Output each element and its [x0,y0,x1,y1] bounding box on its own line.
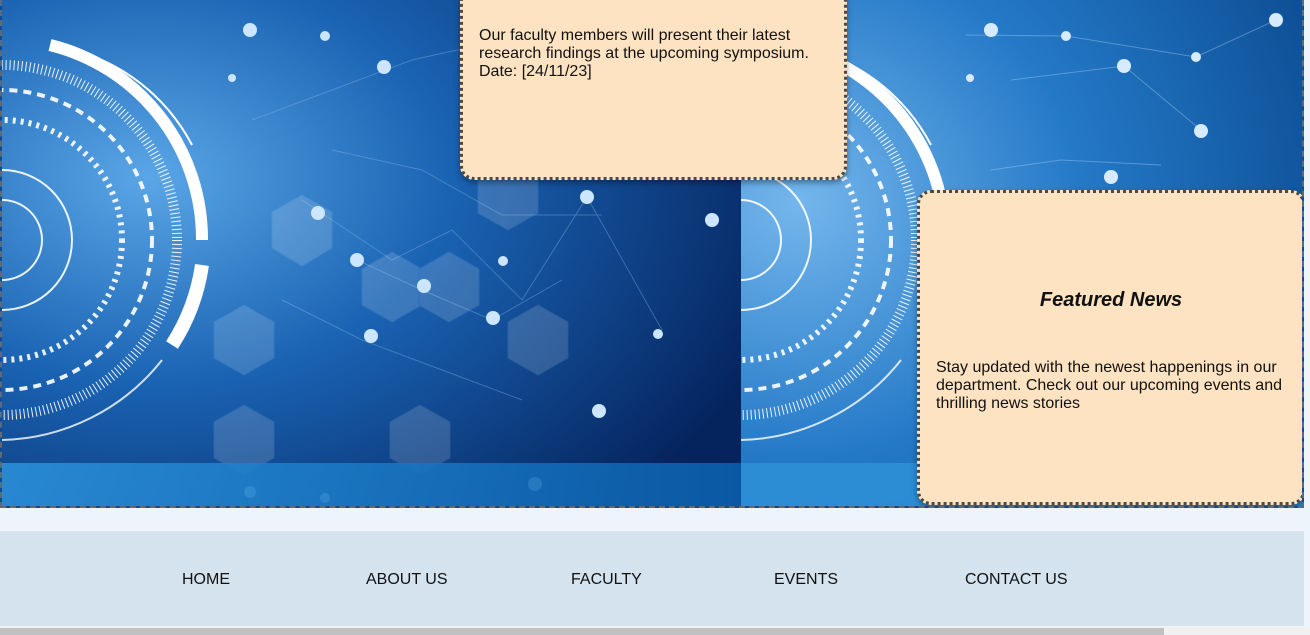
news-card-text: Our faculty members will present their l… [479,27,809,80]
nav-home[interactable]: HOME [182,571,230,589]
nav-contact-us[interactable]: CONTACT US [965,571,1068,589]
featured-news-card: Featured News Stay updated with the newe… [917,190,1302,505]
featured-news-text: Stay updated with the newest happenings … [936,359,1282,412]
nav-faculty[interactable]: FACULTY [571,571,642,589]
horizontal-scrollbar-thumb[interactable] [0,628,1164,635]
main-navigation: HOME ABOUT US FACULTY EVENTS CONTACT US [0,531,1304,626]
hero-slideshow: Our faculty members will present their l… [0,0,1304,508]
featured-news-title: Featured News [1039,289,1183,311]
news-card-symposium: Our faculty members will present their l… [460,0,847,180]
section-gap [0,508,1310,531]
nav-about-us[interactable]: ABOUT US [366,571,448,589]
nav-events[interactable]: EVENTS [774,571,838,589]
